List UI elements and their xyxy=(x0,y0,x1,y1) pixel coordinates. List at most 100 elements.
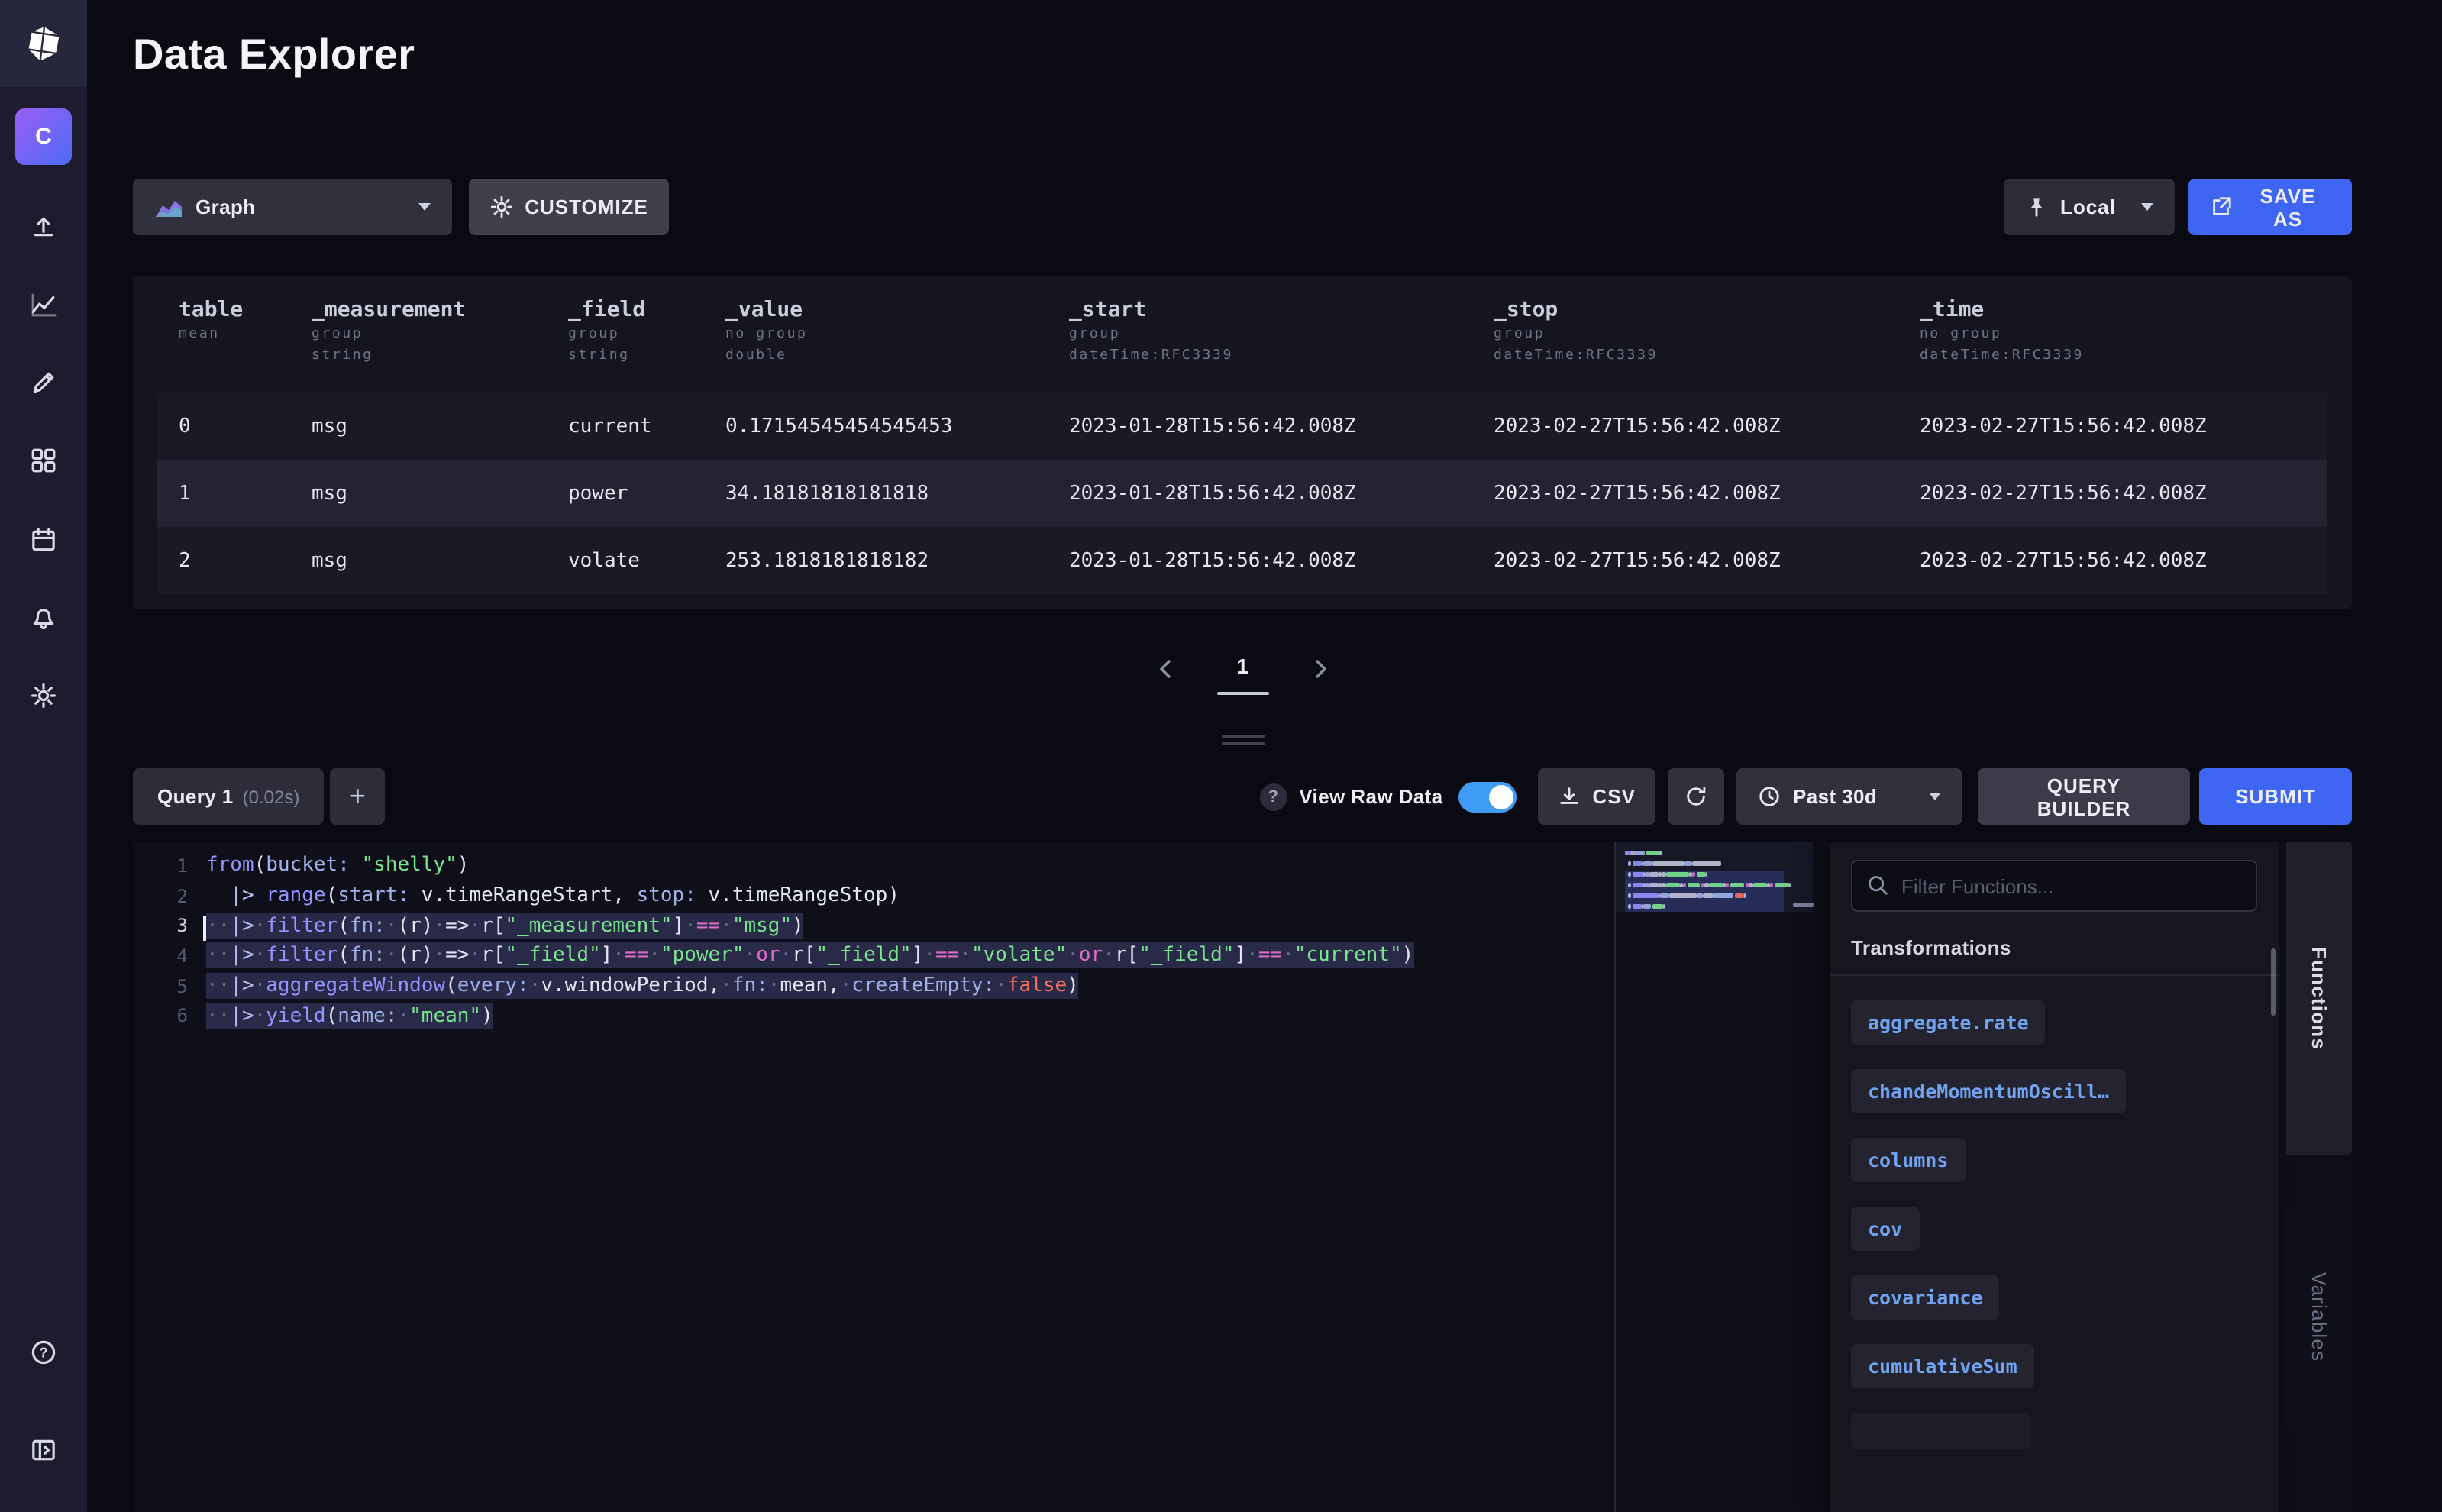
line-number[interactable]: 5 xyxy=(133,975,188,997)
minimap-line xyxy=(1625,861,1811,866)
line-number[interactable]: 2 xyxy=(133,885,188,906)
view-type-dropdown[interactable]: Graph xyxy=(133,179,452,235)
sidebar-item-dashboards[interactable] xyxy=(0,437,87,483)
table-cell: 2023-02-27T15:56:42.008Z xyxy=(1920,415,2327,438)
calendar-icon xyxy=(31,526,57,552)
sidebar-item-help[interactable]: ? xyxy=(0,1329,87,1375)
function-item[interactable]: aggregate.rate xyxy=(1851,1000,2046,1045)
csv-button[interactable]: CSV xyxy=(1538,768,1655,825)
column-header-table[interactable]: tablemean xyxy=(157,298,312,393)
functions-panel: Transformations aggregate.ratechandeMome… xyxy=(1830,842,2279,1512)
function-item-partial[interactable] xyxy=(1851,1413,2031,1449)
clock-icon xyxy=(1758,785,1781,808)
sidebar-toggle-panel[interactable] xyxy=(0,1426,87,1472)
minimap-slider-handle[interactable] xyxy=(1793,903,1814,907)
gear-icon xyxy=(489,195,512,218)
column-header-_measurement[interactable]: _measurementgroupstring xyxy=(312,298,568,393)
function-item[interactable]: cov xyxy=(1851,1207,1919,1251)
time-range-dropdown[interactable]: Past 30d xyxy=(1736,768,1962,825)
page-number[interactable]: 1 xyxy=(1216,654,1268,695)
sidebar-item-data-explorer[interactable] xyxy=(0,281,87,327)
refresh-icon xyxy=(1685,785,1707,808)
view-type-label: Graph xyxy=(195,195,256,218)
pencil-icon xyxy=(31,369,57,395)
minimap[interactable] xyxy=(1616,842,1830,1512)
view-raw-data-label: View Raw Data xyxy=(1299,785,1442,808)
function-item[interactable]: columns xyxy=(1851,1138,1965,1182)
sidebar-item-settings[interactable] xyxy=(0,672,87,718)
graph-viz-icon xyxy=(154,196,183,218)
chevron-down-icon xyxy=(2141,203,2153,211)
column-header-_field[interactable]: _fieldgroupstring xyxy=(568,298,725,393)
table-cell: 0 xyxy=(157,415,312,438)
line-number[interactable]: 4 xyxy=(133,945,188,967)
table-cell: 34.18181818181818 xyxy=(725,482,1069,505)
query-builder-button[interactable]: QUERY BUILDER xyxy=(1978,768,2190,825)
view-toolbar: Graph CUSTOMIZE Local SAVE AS xyxy=(133,179,2352,235)
graph-icon xyxy=(31,291,57,317)
table-cell: 2023-01-28T15:56:42.008Z xyxy=(1069,549,1494,572)
column-header-_time[interactable]: _timeno groupdateTime:RFC3339 xyxy=(1920,298,2327,393)
scrollbar-thumb[interactable] xyxy=(2271,948,2276,1016)
minimap-line xyxy=(1625,893,1811,898)
page-underline xyxy=(1216,692,1268,695)
table-cell: power xyxy=(568,482,725,505)
tab-functions[interactable]: Functions xyxy=(2286,842,2352,1155)
sidebar-item-tasks[interactable] xyxy=(0,516,87,562)
minimap-line xyxy=(1625,904,1811,909)
function-item[interactable]: covariance xyxy=(1851,1275,2000,1320)
avatar[interactable]: C xyxy=(15,108,72,165)
add-query-button[interactable]: + xyxy=(330,768,385,825)
table-row-1: 1msgpower34.181818181818182023-01-28T15:… xyxy=(157,460,2327,527)
drag-handle[interactable] xyxy=(133,735,2352,745)
refresh-button[interactable] xyxy=(1668,768,1724,825)
line-number[interactable]: 3 xyxy=(133,915,188,936)
prev-page-button[interactable] xyxy=(1152,654,1177,689)
submit-button[interactable]: SUBMIT xyxy=(2199,768,2352,825)
tab-variables[interactable]: Variables xyxy=(2286,1207,2352,1428)
column-header-_value[interactable]: _valueno groupdouble xyxy=(725,298,1069,393)
column-header-_stop[interactable]: _stopgroupdateTime:RFC3339 xyxy=(1494,298,1920,393)
minimap-line xyxy=(1625,851,1811,855)
sidebar-item-notebooks[interactable] xyxy=(0,359,87,405)
query-toolbar: Query 1 (0.02s) + ? View Raw Data CSV Pa… xyxy=(133,768,2352,825)
next-page-button[interactable] xyxy=(1308,654,1332,689)
help-icon[interactable]: ? xyxy=(1259,783,1287,810)
sidebar-item-upload[interactable] xyxy=(0,203,87,249)
table-cell: 2023-02-27T15:56:42.008Z xyxy=(1494,482,1920,505)
chevron-down-icon xyxy=(1929,793,1941,800)
table-body: 0msgcurrent0.171545454545454532023-01-28… xyxy=(157,393,2327,594)
table-cell: 2023-02-27T15:56:42.008Z xyxy=(1494,549,1920,572)
table-cell: 2023-02-27T15:56:42.008Z xyxy=(1920,482,2327,505)
save-as-button[interactable]: SAVE AS xyxy=(2188,179,2352,235)
table-cell: 2023-02-27T15:56:42.008Z xyxy=(1920,549,2327,572)
table-row-0: 0msgcurrent0.171545454545454532023-01-28… xyxy=(157,393,2327,460)
function-item[interactable]: cumulativeSum xyxy=(1851,1344,2034,1388)
pin-icon xyxy=(2025,195,2048,218)
chevron-right-icon xyxy=(1314,660,1326,678)
table-header-row: tablemean_measurementgroupstring_fieldgr… xyxy=(157,298,2327,393)
line-number[interactable]: 6 xyxy=(133,1006,188,1027)
column-header-_start[interactable]: _startgroupdateTime:RFC3339 xyxy=(1069,298,1494,393)
view-raw-data-toggle[interactable] xyxy=(1458,781,1517,812)
line-number[interactable]: 1 xyxy=(133,855,188,877)
help-circle-icon: ? xyxy=(31,1339,57,1365)
table-cell: msg xyxy=(312,482,568,505)
query-tab[interactable]: Query 1 (0.02s) xyxy=(133,768,324,825)
sidebar-item-alerts[interactable] xyxy=(0,594,87,640)
sidebar: C xyxy=(0,0,87,1512)
minimap-line xyxy=(1625,872,1811,877)
local-dropdown[interactable]: Local xyxy=(2004,179,2175,235)
customize-button[interactable]: CUSTOMIZE xyxy=(469,179,669,235)
flux-editor[interactable]: 1from(bucket: "shelly")2 |> range(start:… xyxy=(133,842,2352,1512)
pagination: 1 xyxy=(133,654,2352,695)
filter-functions-input[interactable] xyxy=(1851,860,2257,912)
table-cell: volate xyxy=(568,549,725,572)
function-item[interactable]: chandeMomentumOscill… xyxy=(1851,1069,2126,1113)
table-cell: current xyxy=(568,415,725,438)
dashboards-icon xyxy=(31,447,57,473)
app-window: C xyxy=(0,0,2442,1512)
influxdata-logo[interactable] xyxy=(0,0,87,87)
table-cell: 253.1818181818182 xyxy=(725,549,1069,572)
table-cell: 2 xyxy=(157,549,312,572)
